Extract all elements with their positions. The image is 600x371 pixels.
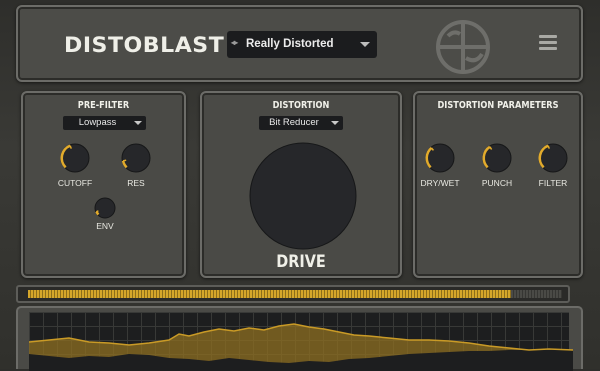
- waveform-graph: [29, 323, 573, 371]
- drive-knob[interactable]: [247, 140, 359, 252]
- distortion-panel: DISTORTION Bit Reducer DRIVE: [200, 91, 402, 278]
- cutoff-label: CUTOFF: [57, 178, 93, 188]
- parameters-title: DISTORTION PARAMETERS: [437, 100, 559, 111]
- knob-body: [121, 143, 151, 173]
- dry-wet-knob[interactable]: [424, 142, 456, 174]
- preset-name: Really Distorted: [246, 38, 334, 50]
- prefilter-panel: PRE-FILTER Lowpass CUTOFF RES ENV: [21, 91, 186, 278]
- preset-nav-arrows[interactable]: ◂▸: [231, 38, 238, 47]
- algorithm-value: Bit Reducer: [269, 117, 319, 128]
- dry-wet-label: DRY/WET: [420, 178, 460, 188]
- meter-fill: [28, 290, 512, 298]
- drive-label: DRIVE: [276, 252, 326, 272]
- chevron-down-icon[interactable]: [360, 42, 370, 47]
- output-level-meter: [16, 285, 570, 303]
- cutoff-knob[interactable]: [59, 142, 91, 174]
- filter-knob[interactable]: [537, 142, 569, 174]
- hamburger-menu-icon[interactable]: [539, 35, 557, 50]
- waveform-scope-panel: [16, 306, 583, 371]
- waveform-display: [29, 312, 573, 371]
- app-logo-text: DISTOBLAST: [64, 33, 225, 57]
- knob-body: [94, 197, 116, 219]
- chevron-down-icon: [331, 121, 339, 125]
- header-bar: DISTOBLAST ◂▸ Really Distorted: [16, 5, 583, 82]
- resonance-knob[interactable]: [120, 142, 152, 174]
- punch-label: PUNCH: [481, 178, 513, 188]
- envelope-knob[interactable]: [93, 196, 117, 220]
- filter-type-value: Lowpass: [78, 117, 117, 128]
- knob-pointer: [122, 159, 127, 162]
- prefilter-title: PRE-FILTER: [77, 100, 130, 111]
- knob-body: [249, 142, 357, 250]
- algorithm-dropdown[interactable]: Bit Reducer: [259, 116, 343, 130]
- distortion-title: DISTORTION: [272, 100, 330, 111]
- ds-logo-icon: [436, 20, 490, 74]
- resonance-label: RES: [127, 178, 145, 188]
- filter-type-dropdown[interactable]: Lowpass: [63, 116, 146, 130]
- preset-selector[interactable]: ◂▸ Really Distorted: [227, 31, 377, 58]
- chevron-down-icon: [134, 121, 142, 125]
- punch-knob[interactable]: [481, 142, 513, 174]
- distortion-parameters-panel: DISTORTION PARAMETERS DRY/WET PUNCH FILT…: [413, 91, 583, 278]
- filter-label: FILTER: [538, 178, 568, 188]
- envelope-label: ENV: [96, 221, 114, 231]
- knob-pointer: [95, 210, 99, 213]
